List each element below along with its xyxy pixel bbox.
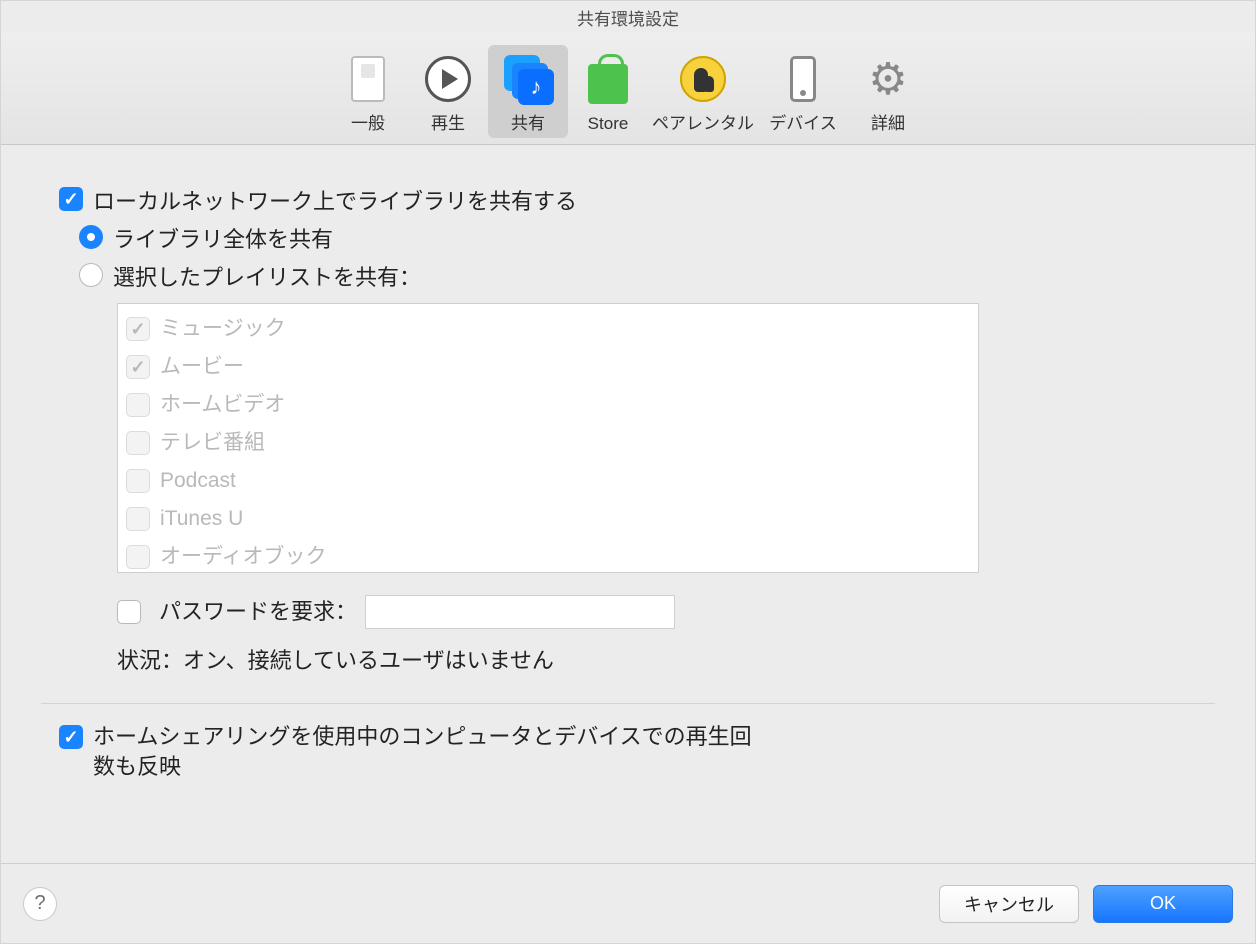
sharing-icon: ♪ bbox=[504, 55, 552, 103]
tab-label: デバイス bbox=[758, 109, 848, 134]
playlist-label: iTunes U bbox=[160, 504, 243, 534]
help-button[interactable]: ? bbox=[23, 887, 57, 921]
bag-icon bbox=[588, 64, 628, 104]
device-icon bbox=[790, 56, 816, 102]
list-item: Podcast bbox=[126, 462, 970, 500]
tab-label: 共有 bbox=[488, 109, 568, 134]
share-library-label: ローカルネットワーク上でライブラリを共有する bbox=[93, 187, 577, 217]
playlist-checkbox bbox=[126, 393, 150, 417]
require-password-checkbox[interactable] bbox=[117, 600, 141, 624]
playlist-checkbox bbox=[126, 469, 150, 493]
password-input[interactable] bbox=[365, 595, 675, 629]
playlist-label: テレビ番組 bbox=[160, 428, 265, 458]
preferences-window: 共有環境設定 一般 再生 ♪ 共有 Store ペアレンタル デバイス ⚙ 詳 bbox=[0, 0, 1256, 944]
playlist-checkbox bbox=[126, 355, 150, 379]
playlist-label: Podcast bbox=[160, 466, 236, 496]
radio-share-all[interactable] bbox=[79, 225, 103, 249]
list-item: iTunes U bbox=[126, 500, 970, 538]
tab-sharing[interactable]: ♪ 共有 bbox=[488, 45, 568, 138]
tab-label: ペアレンタル bbox=[648, 109, 758, 134]
footer: ? キャンセル OK bbox=[1, 863, 1255, 943]
list-item: ミュージック bbox=[126, 310, 970, 348]
content-area: ローカルネットワーク上でライブラリを共有する ライブラリ全体を共有 選択したプレ… bbox=[1, 145, 1255, 863]
home-sharing-checkbox[interactable] bbox=[59, 725, 83, 749]
tab-label: 一般 bbox=[328, 109, 408, 134]
gear-icon: ⚙ bbox=[865, 56, 911, 102]
tab-label: Store bbox=[568, 114, 648, 134]
playlist-checkbox bbox=[126, 431, 150, 455]
radio-share-selected-label: 選択したプレイリストを共有： bbox=[113, 263, 421, 293]
playlist-checkbox bbox=[126, 507, 150, 531]
radio-share-selected[interactable] bbox=[79, 263, 103, 287]
cancel-label: キャンセル bbox=[964, 891, 1054, 917]
playlist-checkbox bbox=[126, 545, 150, 569]
ok-button[interactable]: OK bbox=[1093, 885, 1233, 923]
tab-label: 再生 bbox=[408, 109, 488, 134]
playlist-label: オーディオブック bbox=[160, 542, 327, 572]
tab-general[interactable]: 一般 bbox=[328, 45, 408, 138]
list-item: オーディオブック bbox=[126, 538, 970, 576]
tab-label: 詳細 bbox=[848, 109, 928, 134]
playlist-listbox: ミュージック ムービー ホームビデオ テレビ番組 Podcast iTunes … bbox=[117, 303, 979, 573]
tab-playback[interactable]: 再生 bbox=[408, 45, 488, 138]
cancel-button[interactable]: キャンセル bbox=[939, 885, 1079, 923]
divider bbox=[41, 703, 1215, 704]
switch-icon bbox=[351, 56, 385, 102]
playlist-label: ムービー bbox=[160, 352, 244, 382]
window-title-text: 共有環境設定 bbox=[577, 5, 679, 30]
list-item: ムービー bbox=[126, 348, 970, 386]
ok-label: OK bbox=[1150, 893, 1176, 914]
window-title: 共有環境設定 bbox=[1, 1, 1255, 33]
playlist-checkbox bbox=[126, 317, 150, 341]
list-item: ホームビデオ bbox=[126, 386, 970, 424]
list-item: テレビ番組 bbox=[126, 424, 970, 462]
toolbar: 一般 再生 ♪ 共有 Store ペアレンタル デバイス ⚙ 詳細 bbox=[1, 33, 1255, 145]
share-library-checkbox[interactable] bbox=[59, 187, 83, 211]
parental-icon bbox=[680, 56, 726, 102]
tab-devices[interactable]: デバイス bbox=[758, 45, 848, 138]
require-password-label: パスワードを要求： bbox=[159, 597, 357, 627]
tab-store[interactable]: Store bbox=[568, 50, 648, 138]
status-text: 状況：オン、接続しているユーザはいません bbox=[117, 643, 1215, 675]
home-sharing-label: ホームシェアリングを使用中のコンピュータとデバイスでの再生回数も反映 bbox=[93, 722, 773, 782]
tab-advanced[interactable]: ⚙ 詳細 bbox=[848, 45, 928, 138]
playlist-label: ホームビデオ bbox=[160, 390, 285, 420]
play-icon bbox=[425, 56, 471, 102]
tab-parental[interactable]: ペアレンタル bbox=[648, 45, 758, 138]
help-icon: ? bbox=[34, 892, 45, 915]
radio-share-all-label: ライブラリ全体を共有 bbox=[113, 225, 333, 255]
playlist-label: ミュージック bbox=[160, 314, 286, 344]
